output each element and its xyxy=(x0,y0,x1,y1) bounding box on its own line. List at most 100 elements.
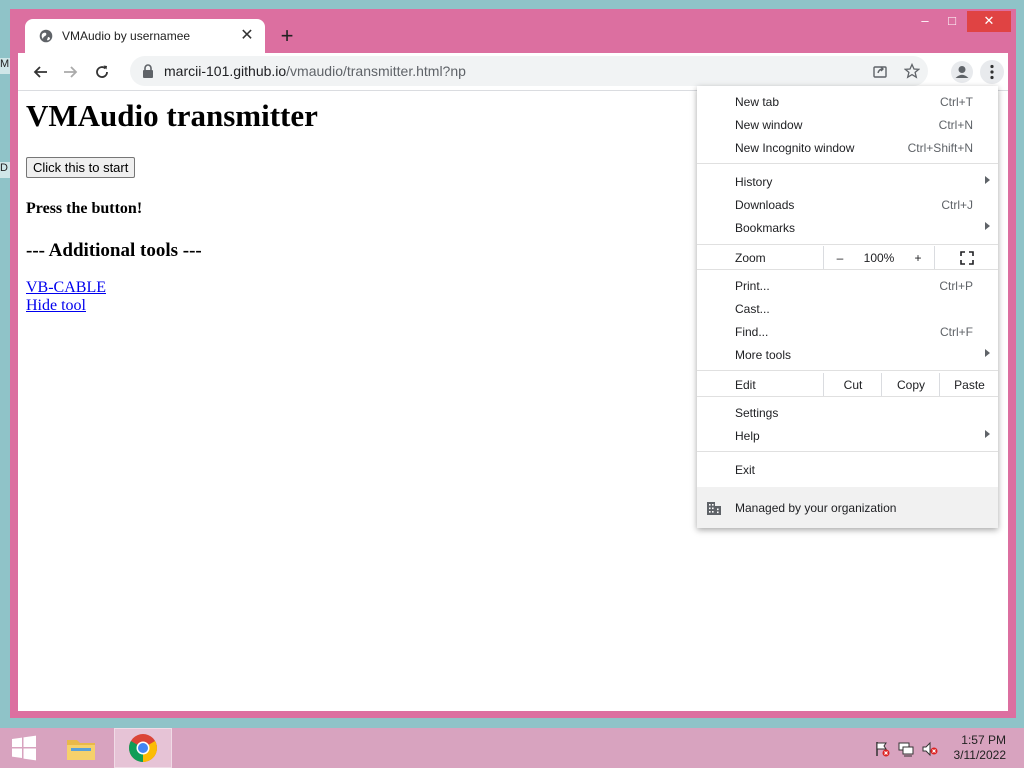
paste-button[interactable]: Paste xyxy=(939,373,999,396)
menu-shortcut: Ctrl+Shift+N xyxy=(907,140,973,155)
star-icon xyxy=(904,63,920,79)
maximize-button[interactable]: □ xyxy=(940,11,964,33)
menu-item-new-incognito[interactable]: New Incognito window Ctrl+Shift+N xyxy=(697,136,998,159)
menu-shortcut: Ctrl+T xyxy=(940,94,973,109)
menu-divider xyxy=(697,244,998,245)
lock-icon[interactable] xyxy=(142,64,154,78)
menu-label: Settings xyxy=(735,405,779,420)
desktop-icon-label: D xyxy=(0,162,10,178)
share-button[interactable] xyxy=(870,61,890,81)
menu-item-more-tools[interactable]: More tools xyxy=(697,343,998,366)
back-button[interactable] xyxy=(28,60,52,84)
title-bar: VMAudio by usernamee ✕ + – □ ✕ xyxy=(10,9,1016,53)
volume-muted-icon[interactable] xyxy=(922,741,938,757)
menu-item-downloads[interactable]: Downloads Ctrl+J xyxy=(697,193,998,216)
globe-icon xyxy=(39,29,53,43)
chrome-menu-button[interactable] xyxy=(980,60,1004,84)
bookmark-star-button[interactable] xyxy=(902,61,922,81)
building-icon xyxy=(707,502,721,515)
close-window-button[interactable]: ✕ xyxy=(967,11,1011,32)
managed-label: Managed by your organization xyxy=(735,501,897,515)
url-path: /vmaudio/transmitter.html?np xyxy=(286,63,466,79)
submenu-arrow-icon xyxy=(985,176,990,184)
address-bar[interactable]: marcii-101.github.io/vmaudio/transmitter… xyxy=(130,56,928,86)
menu-label: Cast... xyxy=(735,301,770,316)
forward-arrow-icon xyxy=(64,66,78,78)
start-button[interactable]: Click this to start xyxy=(26,157,136,178)
menu-item-new-tab[interactable]: New tab Ctrl+T xyxy=(697,90,998,113)
menu-item-managed[interactable]: Managed by your organization xyxy=(697,487,998,528)
clock-time: 1:57 PM xyxy=(961,733,1006,747)
menu-shortcut: Ctrl+P xyxy=(939,278,973,293)
menu-label: Print... xyxy=(735,278,770,293)
zoom-in-button[interactable]: + xyxy=(903,246,933,269)
file-explorer-taskbar-button[interactable] xyxy=(58,728,104,768)
menu-label: More tools xyxy=(735,347,792,362)
new-tab-button[interactable]: + xyxy=(277,25,297,47)
menu-label: Help xyxy=(735,428,760,443)
menu-item-print[interactable]: Print... Ctrl+P xyxy=(697,274,998,297)
reload-button[interactable] xyxy=(90,60,114,84)
menu-item-bookmarks[interactable]: Bookmarks xyxy=(697,216,998,239)
url-host: marcii-101.github.io xyxy=(164,63,287,79)
menu-item-history[interactable]: History xyxy=(697,170,998,193)
profile-button[interactable] xyxy=(950,60,974,84)
submenu-arrow-icon xyxy=(985,430,990,438)
menu-shortcut: Ctrl+N xyxy=(938,117,973,132)
menu-label: New Incognito window xyxy=(735,140,855,155)
vb-cable-link[interactable]: VB-CABLE xyxy=(26,279,106,297)
minimize-button[interactable]: – xyxy=(913,11,937,33)
menu-item-help[interactable]: Help xyxy=(697,424,998,447)
menu-label: Downloads xyxy=(735,197,795,212)
reload-icon xyxy=(96,65,108,78)
tab-close-icon[interactable]: ✕ xyxy=(239,28,255,44)
menu-label: Exit xyxy=(735,462,756,477)
menu-label: Find... xyxy=(735,324,769,339)
cut-button[interactable]: Cut xyxy=(823,373,882,396)
copy-button[interactable]: Copy xyxy=(881,373,940,396)
action-center-flag-icon[interactable] xyxy=(874,741,890,757)
kebab-menu-icon xyxy=(990,64,994,80)
menu-label: New tab xyxy=(735,94,780,109)
tab-title: VMAudio by usernamee xyxy=(62,29,191,43)
chrome-logo-icon xyxy=(129,734,157,762)
menu-item-new-window[interactable]: New window Ctrl+N xyxy=(697,113,998,136)
page-heading: VMAudio transmitter xyxy=(26,98,318,133)
chrome-taskbar-button[interactable] xyxy=(114,728,172,768)
chrome-app-menu: New tab Ctrl+T New window Ctrl+N New Incog… xyxy=(697,86,998,528)
menu-item-find[interactable]: Find... Ctrl+F xyxy=(697,320,998,343)
folder-icon xyxy=(67,740,95,760)
menu-divider xyxy=(697,163,998,164)
start-button[interactable] xyxy=(0,728,48,768)
taskbar: 1:57 PM 3/11/2022 xyxy=(0,728,1024,768)
desktop-icon-label: M xyxy=(0,58,10,74)
menu-item-exit[interactable]: Exit xyxy=(697,458,998,481)
zoom-level: 100% xyxy=(863,250,895,265)
submenu-arrow-icon xyxy=(985,222,990,230)
hide-tool-link[interactable]: Hide tool xyxy=(26,297,86,315)
edit-label: Edit xyxy=(735,378,756,392)
tools-heading: --- Additional tools --- xyxy=(26,240,202,261)
network-icon[interactable] xyxy=(898,741,914,757)
menu-row-edit: Edit Cut Copy Paste xyxy=(697,373,998,396)
menu-label: New window xyxy=(735,117,803,132)
menu-item-settings[interactable]: Settings xyxy=(697,401,998,424)
tab-vmaudio[interactable]: VMAudio by usernamee ✕ xyxy=(25,19,265,53)
zoom-out-button[interactable]: – xyxy=(823,246,856,269)
menu-label: History xyxy=(735,174,773,189)
share-icon xyxy=(873,66,887,78)
menu-divider xyxy=(697,269,998,270)
fullscreen-button[interactable] xyxy=(934,246,999,269)
menu-shortcut: Ctrl+J xyxy=(941,197,973,212)
back-arrow-icon xyxy=(33,66,47,78)
system-clock[interactable]: 1:57 PM 3/11/2022 xyxy=(954,733,1007,763)
menu-divider xyxy=(697,370,998,371)
status-text: Press the button! xyxy=(26,200,143,217)
windows-logo-icon xyxy=(12,735,36,761)
zoom-label: Zoom xyxy=(735,251,766,265)
menu-shortcut: Ctrl+F xyxy=(940,324,973,339)
clock-date: 3/11/2022 xyxy=(953,748,1007,762)
menu-row-zoom: Zoom – 100% + xyxy=(697,246,998,269)
forward-button[interactable] xyxy=(59,60,83,84)
menu-item-cast[interactable]: Cast... xyxy=(697,297,998,320)
